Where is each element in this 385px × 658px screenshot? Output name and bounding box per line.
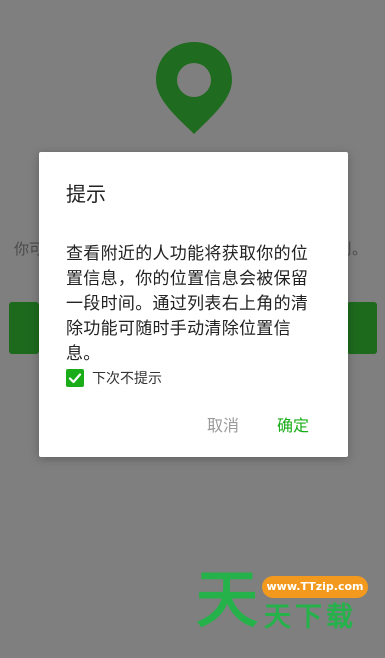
location-pin-icon bbox=[156, 42, 232, 134]
cancel-button[interactable]: 取消 bbox=[207, 412, 239, 436]
checkbox-checked-icon[interactable] bbox=[66, 369, 84, 387]
confirm-button[interactable]: 确定 bbox=[277, 412, 309, 436]
dialog-title: 提示 bbox=[66, 182, 106, 206]
background-button-edge-right bbox=[347, 302, 377, 354]
watermark-logo: 天 www.TTzip.com 天下载 bbox=[196, 568, 371, 640]
watermark-url-badge: www.TTzip.com bbox=[262, 576, 368, 598]
watermark-big-char: 天 bbox=[196, 563, 259, 636]
dialog-message: 查看附近的人功能将获取你的位置信息，你的位置信息会被保留一段时间。通过列表右上角… bbox=[66, 244, 309, 364]
checkbox-label[interactable]: 下次不提示 bbox=[92, 368, 162, 388]
background-button-edge-left bbox=[9, 302, 39, 354]
watermark-text: 天下载 bbox=[264, 602, 357, 633]
permission-dialog: 提示 查看附近的人功能将获取你的位置信息，你的位置信息会被保留一段时间。通过列表… bbox=[39, 152, 348, 457]
dont-show-again-checkbox[interactable]: 下次不提示 bbox=[66, 368, 162, 388]
